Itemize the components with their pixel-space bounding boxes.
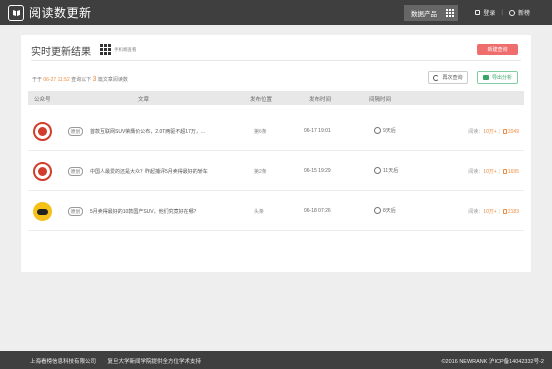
- table-row[interactable]: 原创 5月卖得最好的10款国产SUV，他们究竟好在哪？ 头条 06-18 07:…: [28, 192, 524, 231]
- thumbs-up-icon: [502, 169, 507, 174]
- article-title[interactable]: 5月卖得最好的10款国产SUV，他们究竟好在哪？: [90, 208, 230, 215]
- column-interval: 间隔时间: [369, 97, 392, 103]
- status-suffix: 篇文章阅读数: [97, 77, 128, 83]
- clock-icon: [374, 127, 381, 134]
- export-button[interactable]: 导出分析: [477, 71, 518, 84]
- read-stats: 阅读：10万+ | 2183: [468, 208, 519, 215]
- footer-support: 复旦大学新闻学院提供全方位学术支持: [107, 359, 202, 365]
- publish-time: 06-18 07:26: [304, 208, 331, 214]
- account-avatar[interactable]: [33, 162, 52, 181]
- publish-position: 第6条: [254, 129, 267, 135]
- clock-icon: [374, 167, 381, 174]
- interval: 11天后: [374, 167, 398, 174]
- status-timestamp: 06-27 11:52: [43, 77, 70, 83]
- read-stats: 阅读：10万+ | 2049: [468, 128, 519, 135]
- column-publish-time: 发布时间: [309, 97, 332, 103]
- account-avatar[interactable]: [33, 202, 52, 221]
- book-icon: [8, 4, 24, 21]
- status-prefix: 于于: [32, 77, 43, 83]
- publish-time: 06-15 19:29: [304, 168, 331, 174]
- interval-value: 11天后: [383, 168, 399, 174]
- footer-company: 上海看榜信息科技有限公司: [30, 359, 97, 365]
- stats-separator: |: [499, 169, 501, 175]
- interval: 9天后: [374, 127, 396, 134]
- like-count: 1695: [507, 169, 519, 175]
- like-count: 2049: [507, 129, 519, 135]
- account-links: 登录 | 新榜: [475, 8, 530, 17]
- column-article: 文章: [138, 97, 150, 103]
- stats-separator: |: [499, 209, 501, 215]
- interval: 8天后: [374, 207, 396, 214]
- requery-label: 再次查询: [442, 75, 463, 81]
- export-icon: [482, 75, 489, 80]
- read-count: 10万+: [483, 209, 497, 215]
- table-row[interactable]: 原创 首款互联网SUV荣膺价公布，2.0T两驱不超17万，... 第6条 06-…: [28, 112, 524, 151]
- data-products-menu[interactable]: 数据产品: [404, 5, 458, 21]
- clock-icon: [374, 207, 381, 214]
- header-divider: [31, 60, 521, 61]
- export-label: 导出分析: [491, 75, 512, 81]
- publish-time: 06-17 19:01: [304, 128, 331, 134]
- column-account: 公众号: [34, 97, 51, 103]
- read-count: 10万+: [483, 169, 497, 175]
- new-query-button[interactable]: 新建查询: [477, 44, 518, 55]
- status-middle: 查询以下: [71, 77, 92, 83]
- stats-separator: |: [499, 129, 501, 135]
- register-link[interactable]: 新榜: [518, 8, 530, 17]
- original-tag: 原创: [68, 167, 83, 176]
- results-card: 实时更新结果 手机端查看 新建查询 于于 06-27 11:52 查询以下 3 …: [21, 35, 531, 272]
- original-tag: 原创: [68, 127, 83, 136]
- qr-label[interactable]: 手机端查看: [114, 47, 137, 53]
- query-status: 于于 06-27 11:52 查询以下 3 篇文章阅读数: [32, 76, 128, 83]
- page-title: 实时更新结果: [31, 47, 91, 58]
- footer-copyright: ©2016 NEWRANK 沪ICP备14042332号-2: [441, 359, 545, 365]
- thumbs-up-icon: [502, 209, 507, 214]
- article-title[interactable]: 中国人最爱的还是大众？昨起捕评5月卖得最好的轿车: [90, 168, 230, 175]
- table-row[interactable]: 原创 中国人最爱的还是大众？昨起捕评5月卖得最好的轿车 第2条 06-15 19…: [28, 152, 524, 191]
- lock-icon: [475, 10, 481, 15]
- publish-position: 头条: [254, 209, 265, 215]
- data-products-label: 数据产品: [411, 11, 437, 18]
- thumbs-up-icon: [502, 129, 507, 134]
- login-link[interactable]: 登录: [483, 8, 495, 17]
- link-separator: |: [501, 9, 503, 16]
- like-count: 2183: [507, 209, 519, 215]
- read-count: 10万+: [483, 129, 497, 135]
- publish-position: 第2条: [254, 169, 267, 175]
- original-tag: 原创: [68, 207, 83, 216]
- refresh-icon: [433, 74, 440, 81]
- requery-button[interactable]: 再次查询: [428, 71, 468, 84]
- app-logo[interactable]: 阅读数更新: [8, 4, 92, 21]
- interval-value: 8天后: [383, 208, 396, 214]
- read-label: 阅读：: [468, 169, 484, 175]
- interval-value: 9天后: [383, 128, 396, 134]
- read-label: 阅读：: [468, 209, 484, 215]
- article-title[interactable]: 首款互联网SUV荣膺价公布，2.0T两驱不超17万，...: [90, 128, 230, 135]
- top-nav-bar: 阅读数更新 数据产品 登录 | 新榜: [0, 0, 552, 25]
- footer-info: 上海看榜信息科技有限公司 复旦大学新闻学院提供全方位学术支持: [30, 357, 201, 365]
- grid-icon: [446, 9, 454, 17]
- newrank-icon: [508, 9, 515, 16]
- account-avatar[interactable]: [33, 122, 52, 141]
- footer: 上海看榜信息科技有限公司 复旦大学新闻学院提供全方位学术支持 ©2016 NEW…: [0, 351, 552, 369]
- app-title: 阅读数更新: [29, 6, 92, 20]
- table-header: 公众号 文章 发布位置 发布时间 间隔时间: [28, 91, 524, 105]
- qr-code-icon[interactable]: [100, 44, 111, 55]
- read-stats: 阅读：10万+ | 1695: [468, 168, 519, 175]
- read-label: 阅读：: [468, 129, 484, 135]
- status-count: 3: [92, 76, 97, 83]
- column-position: 发布位置: [250, 97, 273, 103]
